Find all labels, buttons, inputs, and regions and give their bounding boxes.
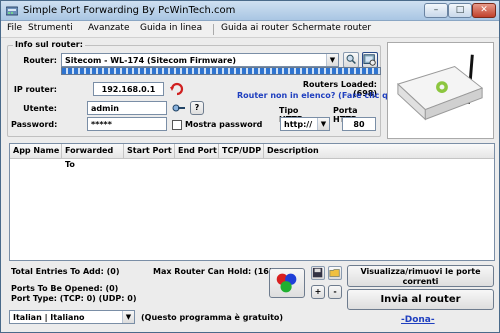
donate-link[interactable]: -Dona- <box>401 315 435 325</box>
user-field[interactable]: admin <box>87 101 167 115</box>
minimize-button[interactable]: – <box>424 3 448 18</box>
col-start-port[interactable]: Start Port <box>124 144 175 159</box>
color-scheme-button[interactable] <box>269 268 305 298</box>
open-folder-button[interactable] <box>328 266 342 280</box>
router-select[interactable]: Sitecom - WL-174 (Sitecom Firmware) ▼ <box>61 53 339 67</box>
port-table[interactable]: App Name Forwarded To Start Port End Por… <box>9 143 495 261</box>
maximize-button[interactable]: □ <box>448 3 472 18</box>
view-remove-ports-button[interactable]: Visualizza/rimuovi le porte correnti <box>347 265 494 287</box>
save-button[interactable] <box>311 266 325 280</box>
chevron-down-icon[interactable]: ▼ <box>326 54 338 66</box>
password-label: Password: <box>11 120 58 129</box>
router-missing-link[interactable]: Router non in elenco? (Fare clic qui) <box>237 91 400 100</box>
max-router-hold: Max Router Can Hold: (16) <box>153 267 273 276</box>
chevron-down-icon[interactable]: ▼ <box>122 311 134 323</box>
menu-guida-ai-router[interactable]: Guida ai router <box>221 23 289 33</box>
window-title: Simple Port Forwarding By PcWinTech.com <box>23 5 236 16</box>
ip-label: IP router: <box>13 85 57 94</box>
rgb-circles-icon <box>276 273 297 293</box>
http-port-field[interactable]: 80 <box>342 117 376 131</box>
language-value: Italian | Italiano <box>13 313 85 322</box>
menu-avanzate[interactable]: Avanzate <box>88 23 129 33</box>
password-field[interactable]: ***** <box>87 117 167 131</box>
send-to-router-button[interactable]: Invia al router <box>347 289 494 310</box>
screenshot-icon <box>363 54 376 66</box>
save-icon <box>312 267 323 278</box>
refresh-button[interactable] <box>169 81 185 97</box>
close-button[interactable]: ✕ <box>472 3 496 18</box>
menu-strumenti[interactable]: Strumenti <box>28 23 73 33</box>
ports-opened: Ports To Be Opened: (0) <box>11 284 119 293</box>
key-icon <box>172 104 185 112</box>
table-header: App Name Forwarded To Start Port End Por… <box>10 144 494 169</box>
add-entry-button[interactable]: + <box>311 285 325 299</box>
col-forwarded-to[interactable]: Forwarded To <box>62 144 124 169</box>
ip-field[interactable]: 192.168.0.1 <box>93 82 164 96</box>
menu-guida-in-linea[interactable]: Guida in linea <box>140 23 202 33</box>
app-icon <box>6 6 18 16</box>
app-window: Simple Port Forwarding By PcWinTech.com … <box>0 0 500 333</box>
refresh-icon <box>170 82 184 96</box>
routers-progress-bar <box>61 67 381 75</box>
http-type-value: http:// <box>284 120 313 129</box>
help-button[interactable]: ? <box>190 101 204 115</box>
router-info-legend: Info sul router: <box>13 40 85 49</box>
search-router-button[interactable] <box>343 52 359 68</box>
show-password-checkbox[interactable] <box>172 120 182 130</box>
title-bar[interactable]: Simple Port Forwarding By PcWinTech.com … <box>1 1 499 21</box>
total-entries: Total Entries To Add: (0) <box>11 267 120 276</box>
router-label: Router: <box>23 56 57 65</box>
router-screens-button[interactable] <box>362 52 378 68</box>
http-type-select[interactable]: http:// ▼ <box>280 117 330 131</box>
user-label: Utente: <box>23 104 57 113</box>
menu-separator <box>213 24 214 35</box>
port-type: Port Type: (TCP: 0) (UDP: 0) <box>11 294 137 303</box>
col-end-port[interactable]: End Port <box>175 144 219 159</box>
show-password-label: Mostra password <box>185 120 263 129</box>
router-device-icon <box>396 54 484 121</box>
language-select[interactable]: Italian | Italiano ▼ <box>9 310 135 324</box>
chevron-down-icon[interactable]: ▼ <box>317 118 329 130</box>
search-icon <box>346 54 356 65</box>
user-lookup-button[interactable] <box>171 101 186 116</box>
col-app-name[interactable]: App Name <box>10 144 62 159</box>
router-select-value: Sitecom - WL-174 (Sitecom Firmware) <box>65 56 237 65</box>
router-image <box>387 42 494 139</box>
menu-schermate-router[interactable]: Schermate router <box>292 23 371 33</box>
menu-bar: File Strumenti Avanzate Guida in linea G… <box>1 21 499 38</box>
col-description[interactable]: Description <box>264 144 494 159</box>
free-program-note: (Questo programma è gratuito) <box>141 313 284 322</box>
col-tcp-udp[interactable]: TCP/UDP <box>219 144 264 159</box>
menu-file[interactable]: File <box>7 23 22 33</box>
folder-icon <box>329 269 340 277</box>
remove-entry-button[interactable]: - <box>328 285 342 299</box>
